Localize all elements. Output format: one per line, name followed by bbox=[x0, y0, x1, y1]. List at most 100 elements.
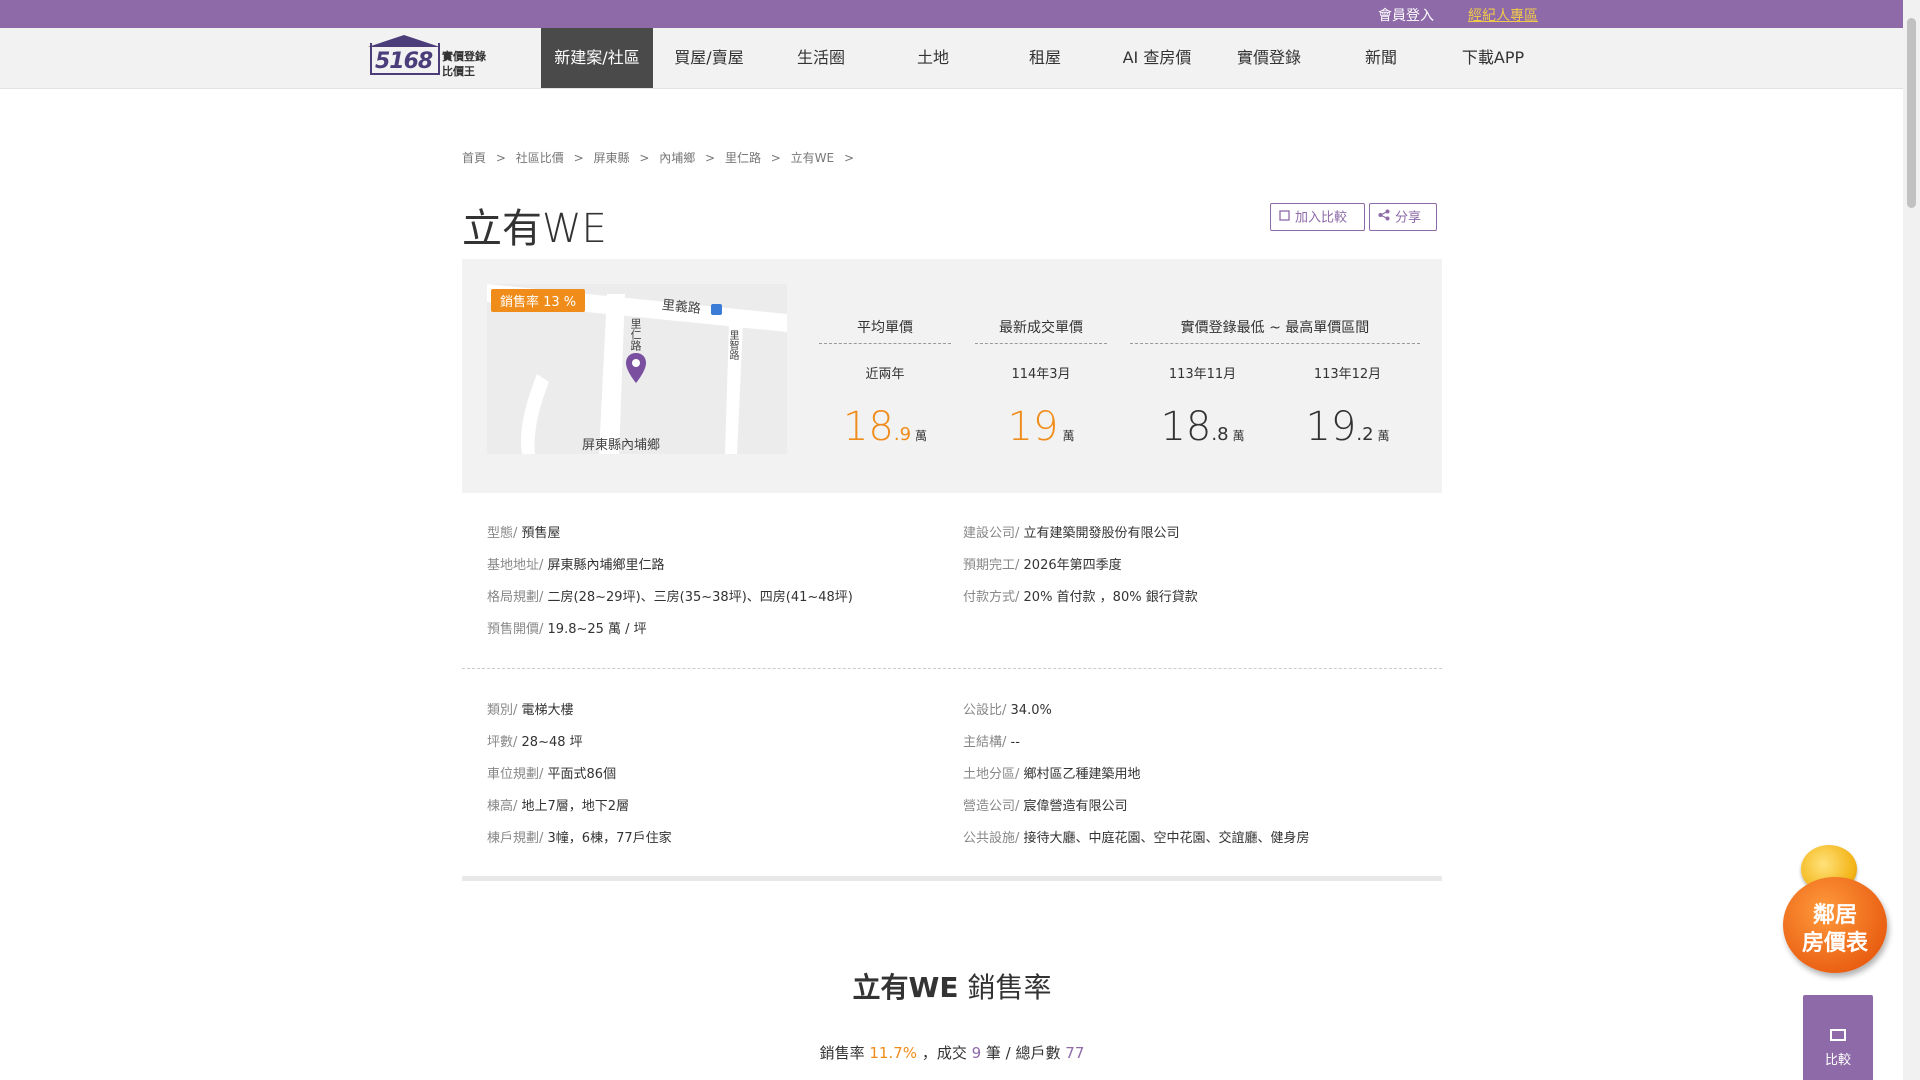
detail-facilities: 公共設施/ 接待大廳、中庭花園、空中花園、交誼廳、健身房 bbox=[963, 831, 1310, 846]
avg-price-label: 平均單價 bbox=[819, 317, 951, 344]
sales-rate-title-project: 立有WE bbox=[852, 971, 959, 1004]
breadcrumb-separator: > bbox=[495, 151, 506, 165]
avg-price-int: 18 bbox=[842, 404, 894, 450]
detail-parking: 車位規劃/ 平面式86個 bbox=[487, 767, 617, 782]
member-login-link[interactable]: 會員登入 bbox=[1378, 5, 1434, 25]
nav-item-buy-sell[interactable]: 買屋/賣屋 bbox=[653, 28, 765, 88]
breadcrumb-separator: > bbox=[770, 151, 781, 165]
deals-label: ，成交 bbox=[917, 1044, 972, 1062]
share-label: 分享 bbox=[1395, 210, 1422, 226]
nav-item-land[interactable]: 土地 bbox=[877, 28, 989, 88]
total-units-value: 77 bbox=[1065, 1044, 1085, 1062]
price-summary-panel: 里義路 里仁路 里智路 屏東縣內埔鄉 銷售率 13 % 平均單價 近兩年 18.… bbox=[462, 259, 1442, 493]
low-price-dec: .8 bbox=[1211, 424, 1229, 445]
price-unit: 萬 bbox=[1232, 429, 1245, 443]
deals-unit: 筆 / 總戶數 bbox=[981, 1044, 1066, 1062]
section-divider-thick bbox=[462, 876, 1442, 881]
compare-tab-label: 比較 bbox=[1824, 1053, 1851, 1068]
location-pin-icon bbox=[626, 353, 646, 383]
checkbox-icon bbox=[1279, 204, 1290, 232]
detail-address: 基地地址/ 屏東縣內埔鄉里仁路 bbox=[487, 558, 665, 573]
sales-rate-badge: 銷售率 13 % bbox=[491, 289, 586, 312]
breadcrumb-road[interactable]: 里仁路 bbox=[725, 151, 761, 165]
high-price-value: 19.2 萬 bbox=[1275, 404, 1420, 450]
detail-category: 類別/ 電梯大樓 bbox=[487, 703, 574, 718]
nav-item-ai-price[interactable]: AI 查房價 bbox=[1101, 28, 1213, 88]
detail-zoning: 土地分區/ 鄉村區乙種建築用地 bbox=[963, 767, 1141, 782]
sales-rate-label: 銷售率 bbox=[819, 1044, 870, 1062]
share-button[interactable]: 分享 bbox=[1369, 203, 1437, 231]
detail-contractor: 營造公司/ 宸偉營造有限公司 bbox=[963, 799, 1128, 814]
add-compare-label: 加入比較 bbox=[1295, 210, 1348, 226]
nav-item-news[interactable]: 新聞 bbox=[1325, 28, 1437, 88]
detail-completion: 預期完工/ 2026年第四季度 bbox=[963, 558, 1122, 573]
neighbor-price-badge[interactable]: 鄰居 房價表 bbox=[1783, 845, 1893, 980]
breadcrumb-community[interactable]: 社區比價 bbox=[516, 151, 564, 165]
badge-line-2: 房價表 bbox=[1801, 931, 1868, 956]
site-logo[interactable]: 5168 實價登錄 比價王 bbox=[368, 35, 500, 79]
compare-tab[interactable]: 比較 bbox=[1803, 995, 1873, 1080]
main-nav: 5168 實價登錄 比價王 新建案/社區 買屋/賣屋 生活圈 土地 租屋 AI … bbox=[0, 28, 1903, 89]
price-range-label: 實價登錄最低 ~ 最高單價區間 bbox=[1130, 317, 1420, 344]
logo-number: 5168 bbox=[375, 49, 433, 74]
sales-rate-title-suffix: 銷售率 bbox=[958, 971, 1052, 1004]
high-price-dec: .2 bbox=[1356, 424, 1374, 445]
detail-builder: 建設公司/ 立有建築開發股份有限公司 bbox=[963, 526, 1180, 541]
price-unit: 萬 bbox=[1062, 429, 1075, 443]
detail-size: 坪數/ 28~48 坪 bbox=[487, 735, 583, 750]
agent-zone-link[interactable]: 經紀人專區 bbox=[1468, 5, 1538, 25]
nav-item-neighborhood[interactable]: 生活圈 bbox=[765, 28, 877, 88]
map-road-label: 里義路 bbox=[661, 297, 702, 317]
latest-price-value: 19 萬 bbox=[975, 404, 1107, 450]
detail-payment: 付款方式/ 20% 首付款 ，80% 銀行貸款 bbox=[963, 590, 1198, 605]
section-divider bbox=[462, 668, 1442, 669]
page-scrollbar[interactable] bbox=[1903, 0, 1920, 1080]
low-price-value: 18.8 萬 bbox=[1130, 404, 1275, 450]
logo-text-2: 比價王 bbox=[442, 65, 475, 78]
detail-floors: 棟高/ 地上7層，地下2層 bbox=[487, 799, 630, 814]
nav-item-actual-price[interactable]: 實價登錄 bbox=[1213, 28, 1325, 88]
detail-units: 棟戶規劃/ 3幢，6棟，77戶住家 bbox=[487, 831, 672, 846]
breadcrumb-separator: > bbox=[705, 151, 716, 165]
breadcrumb-separator: > bbox=[573, 151, 584, 165]
low-price-int: 18 bbox=[1160, 404, 1212, 450]
latest-price-label: 最新成交單價 bbox=[975, 317, 1107, 344]
avg-price-dec: .9 bbox=[893, 424, 912, 445]
map-road-label: 里仁路 bbox=[629, 318, 642, 351]
detail-structure: 主結構/ -- bbox=[963, 735, 1020, 750]
breadcrumb-county[interactable]: 屏東縣 bbox=[593, 151, 629, 165]
compare-icon bbox=[1830, 1029, 1846, 1041]
detail-public-ratio: 公設比/ 34.0% bbox=[963, 703, 1052, 718]
top-bar: 會員登入 經紀人專區 bbox=[0, 0, 1903, 28]
map-area-label: 屏東縣內埔鄉 bbox=[582, 438, 661, 453]
add-compare-button[interactable]: 加入比較 bbox=[1270, 203, 1365, 231]
price-unit: 萬 bbox=[915, 429, 928, 443]
scrollbar-thumb[interactable] bbox=[1907, 18, 1916, 208]
share-icon bbox=[1378, 204, 1390, 232]
latest-price-int: 19 bbox=[1007, 404, 1059, 450]
breadcrumb-project[interactable]: 立有WE bbox=[791, 151, 834, 165]
breadcrumb-separator: > bbox=[843, 151, 855, 165]
breadcrumb-home[interactable]: 首頁 bbox=[462, 151, 486, 165]
logo-text-1: 實價登錄 bbox=[442, 50, 486, 63]
detail-layout: 格局規劃/ 二房(28~29坪)、三房(35~38坪)、四房(41~48坪) bbox=[487, 590, 853, 605]
avg-price-period: 近兩年 bbox=[865, 367, 905, 382]
sales-rate-title: 立有WE 銷售率 bbox=[462, 966, 1442, 1006]
high-price-period: 113年12月 bbox=[1313, 367, 1382, 382]
breadcrumb-township[interactable]: 內埔鄉 bbox=[659, 151, 695, 165]
nav-item-rent[interactable]: 租屋 bbox=[989, 28, 1101, 88]
deals-value: 9 bbox=[971, 1044, 982, 1062]
map-road-label: 里智路 bbox=[727, 330, 738, 360]
avg-price-value: 18.9 萬 bbox=[819, 404, 951, 450]
breadcrumb: 首頁 > 社區比價 > 屏東縣 > 內埔鄉 > 里仁路 > 立有WE > bbox=[462, 149, 860, 166]
sales-rate-value: 11.7% bbox=[869, 1044, 918, 1062]
price-unit: 萬 bbox=[1377, 429, 1390, 443]
nav-item-new-projects[interactable]: 新建案/社區 bbox=[541, 28, 653, 88]
detail-presale-price: 預售開價/ 19.8~25 萬 / 坪 bbox=[487, 622, 647, 637]
breadcrumb-separator: > bbox=[639, 151, 650, 165]
nav-item-download-app[interactable]: 下載APP bbox=[1437, 28, 1549, 88]
page-title: 立有WE bbox=[462, 206, 607, 252]
latest-price-period: 114年3月 bbox=[1011, 367, 1071, 382]
low-price-period: 113年11月 bbox=[1168, 367, 1237, 382]
high-price-int: 19 bbox=[1305, 404, 1357, 450]
